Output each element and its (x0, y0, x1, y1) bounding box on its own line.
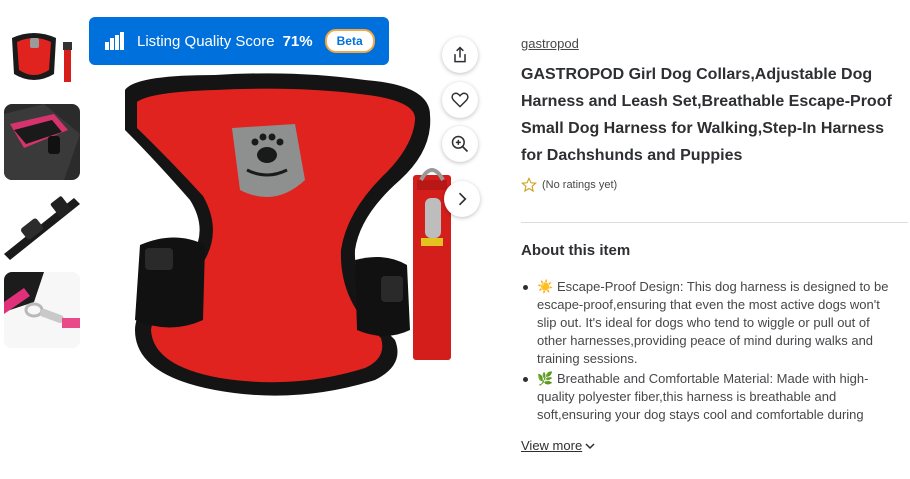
share-icon (454, 46, 466, 63)
bar-chart-icon (105, 32, 124, 50)
thumbnail-3[interactable] (4, 188, 80, 264)
rating-summary[interactable]: (No ratings yet) (521, 177, 906, 193)
leaf-emoji-icon: 🌿 (537, 371, 554, 386)
thumbnail-2[interactable] (4, 104, 80, 180)
thumbnail-1[interactable] (2, 18, 82, 98)
thumbnail-4[interactable] (4, 272, 80, 348)
favorite-button[interactable] (442, 82, 478, 118)
quality-score-label: Listing Quality Score (137, 32, 275, 50)
heart-icon (451, 92, 469, 108)
bullet-text: Escape-Proof Design: This dog harness is… (537, 279, 889, 366)
listing-quality-banner[interactable]: Listing Quality Score 71% Beta (89, 17, 389, 65)
quality-score-value: 71% (282, 32, 313, 50)
section-divider (521, 222, 908, 223)
harness-thumbnail-image (4, 20, 80, 96)
chevron-right-icon (458, 192, 467, 206)
list-item: ☀️ Escape-Proof Design: This dog harness … (521, 278, 891, 368)
main-product-image[interactable] (95, 20, 485, 460)
buckle-thumbnail-image (4, 188, 80, 264)
star-outline-icon (521, 177, 537, 193)
leash-clip-thumbnail-image (4, 272, 80, 348)
harness-image (125, 73, 451, 396)
about-heading: About this item (521, 242, 631, 259)
view-more-label: View more (521, 438, 583, 453)
beta-badge: Beta (324, 29, 375, 53)
bullet-text: Breathable and Comfortable Material: Mad… (537, 371, 869, 426)
sun-emoji-icon: ☀️ (537, 279, 554, 294)
zoom-in-icon (451, 135, 469, 153)
zoom-button[interactable] (442, 126, 478, 162)
rating-text: (No ratings yet) (542, 179, 618, 191)
product-title: GASTROPOD Girl Dog Collars,Adjustable Do… (521, 66, 892, 164)
list-item: 🌿 Breathable and Comfortable Material: Ma… (521, 370, 891, 426)
about-bullet-list: ☀️ Escape-Proof Design: This dog harness … (521, 278, 891, 428)
pink-harness-thumbnail-image (4, 104, 80, 180)
chevron-down-icon (585, 442, 595, 449)
product-info: gastropod GASTROPOD Girl Dog Collars,Adj… (521, 36, 906, 193)
view-more-link[interactable]: View more (521, 438, 596, 453)
next-image-button[interactable] (444, 181, 480, 217)
thumbnail-strip (2, 18, 82, 356)
share-button[interactable] (442, 37, 478, 73)
brand-link[interactable]: gastropod (521, 36, 906, 51)
